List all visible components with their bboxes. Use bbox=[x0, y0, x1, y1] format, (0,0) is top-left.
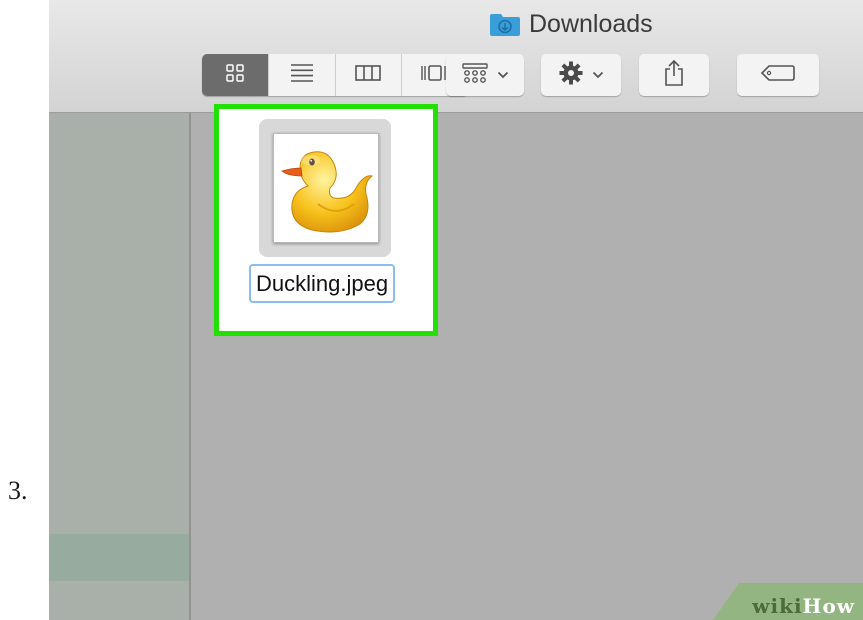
share-button[interactable] bbox=[639, 54, 709, 96]
step-number: 3. bbox=[8, 476, 28, 505]
action-button[interactable] bbox=[541, 54, 621, 96]
window-title: Downloads bbox=[489, 9, 653, 39]
list-view-icon bbox=[289, 63, 315, 88]
sidebar bbox=[49, 113, 191, 620]
chevron-down-icon bbox=[592, 66, 604, 84]
finder-window: Downloads Duckling.jpeg wikiHow bbox=[49, 0, 863, 620]
view-mode-buttons bbox=[202, 54, 468, 96]
column-view-icon bbox=[354, 63, 382, 88]
toolbar: Downloads bbox=[49, 0, 863, 113]
chevron-down-icon bbox=[497, 66, 509, 84]
duckling-thumbnail[interactable] bbox=[273, 133, 379, 243]
file-browser-area[interactable]: Duckling.jpeg bbox=[193, 104, 863, 620]
arrange-icon bbox=[461, 62, 489, 89]
filename-label[interactable]: Duckling.jpeg bbox=[249, 264, 396, 303]
wikihow-logo-part2: How bbox=[802, 594, 855, 618]
arrange-button[interactable] bbox=[446, 54, 524, 96]
wikihow-logo-part1: wiki bbox=[752, 594, 803, 618]
file-item-duckling[interactable]: Duckling.jpeg bbox=[214, 104, 438, 336]
wikihow-logo-text: wikiHow bbox=[752, 594, 855, 618]
window-title-text: Downloads bbox=[529, 9, 653, 38]
sidebar-item-selected[interactable] bbox=[49, 534, 189, 581]
icon-view-icon bbox=[224, 62, 246, 89]
wikihow-watermark: wikiHow bbox=[713, 583, 863, 620]
tag-icon bbox=[760, 64, 796, 87]
column-view-button[interactable] bbox=[336, 54, 403, 96]
gear-icon bbox=[558, 60, 584, 91]
list-view-button[interactable] bbox=[269, 54, 336, 96]
icon-view-button[interactable] bbox=[202, 54, 269, 96]
tag-button[interactable] bbox=[737, 54, 819, 96]
folder-icon bbox=[489, 12, 521, 37]
share-icon bbox=[663, 59, 685, 92]
